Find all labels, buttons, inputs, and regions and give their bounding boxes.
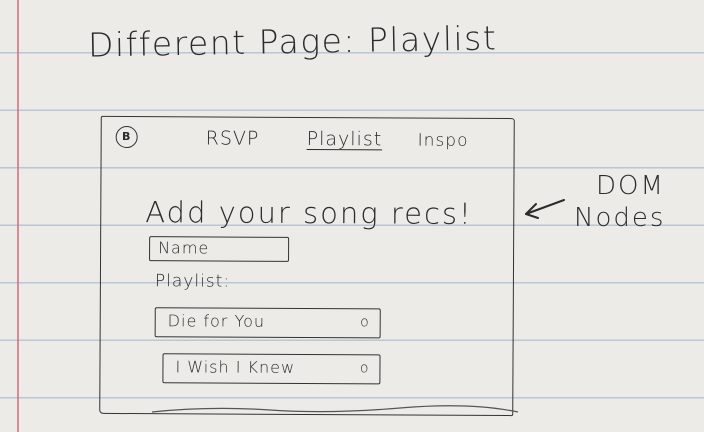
circle-icon[interactable]: o xyxy=(360,309,370,335)
song-item[interactable]: I Wish I Knew o xyxy=(162,353,381,385)
playlist-label: Playlist: xyxy=(154,271,231,292)
nav-item-inspo[interactable]: Inspo xyxy=(418,131,469,151)
notebook-page: Different Page: Playlist B RSVP Playlist… xyxy=(0,0,704,432)
nav-item-playlist[interactable]: Playlist xyxy=(307,128,383,150)
annotation-line: Nodes xyxy=(574,203,666,233)
page-title: Add your song recs! xyxy=(145,195,473,231)
bottom-scribble xyxy=(151,405,519,413)
annotation: DOM Nodes xyxy=(574,170,665,234)
song-item[interactable]: Die for You o xyxy=(154,307,381,339)
song-title: Die for You xyxy=(167,311,266,331)
nav-bar: B RSVP Playlist Inspo xyxy=(102,117,514,169)
margin-line xyxy=(17,0,19,432)
annotation-line: DOM xyxy=(596,171,665,201)
name-input[interactable]: Name xyxy=(149,236,290,262)
left-arrow-icon xyxy=(525,199,565,219)
page-heading: Different Page: Playlist xyxy=(87,18,498,65)
nav-item-rsvp[interactable]: RSVP xyxy=(206,127,260,149)
logo-icon[interactable]: B xyxy=(115,125,138,149)
circle-icon[interactable]: o xyxy=(360,355,370,381)
wireframe-sketch: B RSVP Playlist Inspo Add your song recs… xyxy=(99,115,515,417)
song-title: I Wish I Knew xyxy=(175,357,296,377)
